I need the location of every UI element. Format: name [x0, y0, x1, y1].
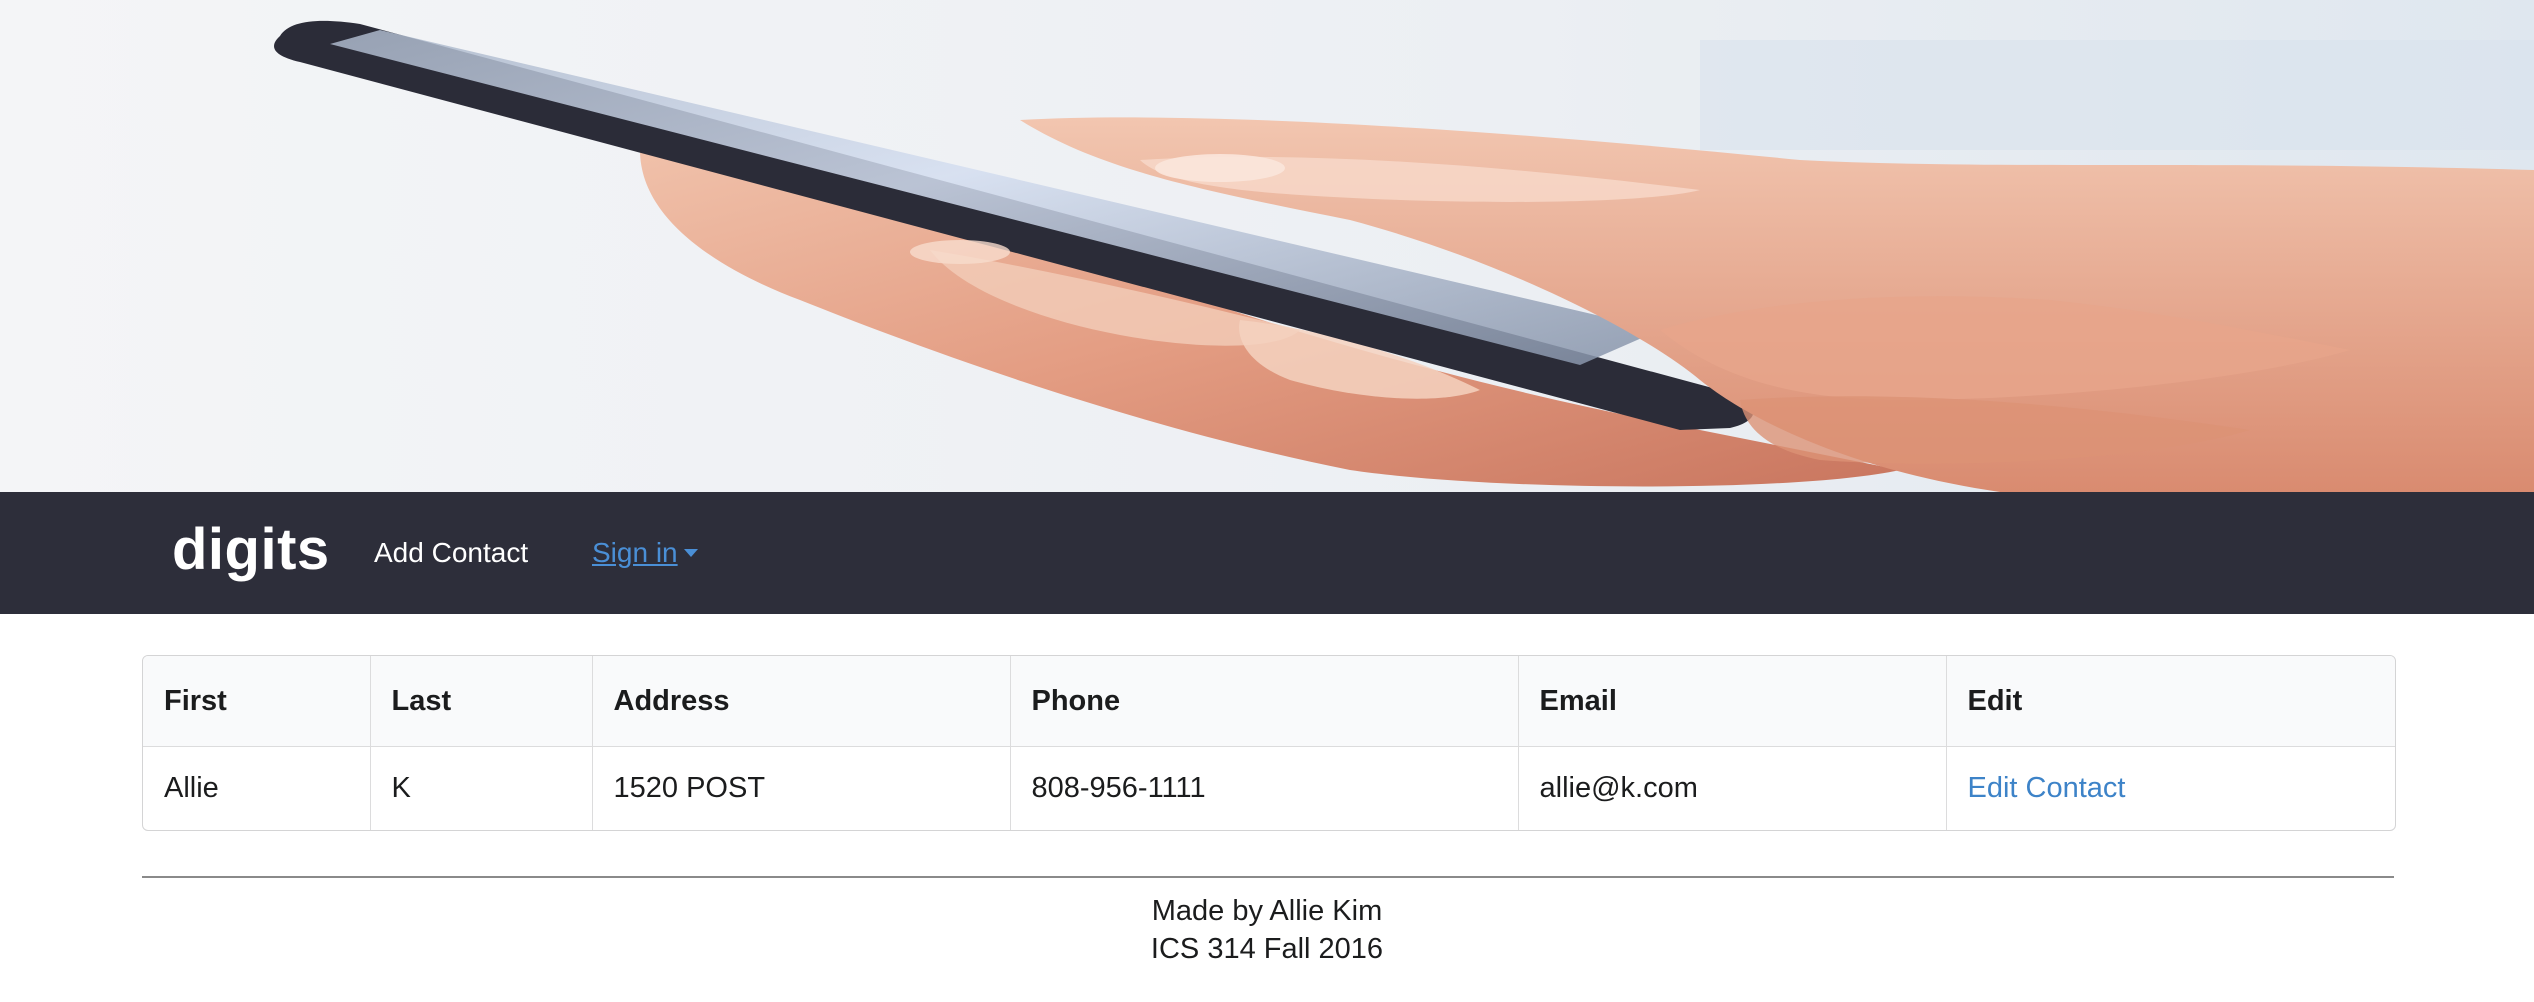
table-header-row: First Last Address Phone Email Edit	[143, 656, 2395, 747]
cell-address: 1520 POST	[591, 746, 1010, 830]
caret-down-icon	[683, 548, 698, 557]
cell-last: K	[369, 746, 592, 830]
cell-phone: 808-956-1111	[1009, 746, 1518, 830]
column-header-email: Email	[1517, 656, 1946, 747]
contacts-table: First Last Address Phone Email Edit Alli…	[142, 655, 2396, 831]
column-header-first: First	[143, 656, 370, 747]
top-navbar: digits Add Contact Sign in	[0, 492, 2534, 614]
sign-in-label: Sign in	[592, 537, 678, 568]
column-header-edit: Edit	[1945, 656, 2395, 747]
footer-course: ICS 314 Fall 2016	[1150, 933, 1384, 965]
brand-logo[interactable]: digits	[172, 519, 330, 581]
column-header-last: Last	[369, 656, 592, 747]
sign-in-dropdown[interactable]: Sign in	[592, 536, 698, 570]
hero-banner-image	[0, 0, 2534, 492]
footer-divider	[142, 876, 2394, 878]
table-row: Allie K 1520 POST 808-956-1111 allie@k.c…	[143, 746, 2395, 830]
hands-holding-tablet-illustration	[0, 0, 2534, 492]
cell-email: allie@k.com	[1517, 746, 1946, 830]
cell-edit: Edit Contact	[1945, 746, 2395, 830]
add-contact-link[interactable]: Add Contact	[374, 536, 528, 570]
footer-author: Made by Allie Kim	[1151, 895, 1383, 927]
column-header-phone: Phone	[1009, 656, 1518, 747]
edit-contact-link[interactable]: Edit Contact	[1968, 772, 2126, 804]
cell-first: Allie	[164, 772, 219, 804]
page-footer: Made by Allie Kim ICS 314 Fall 2016	[0, 892, 2534, 968]
column-header-address: Address	[591, 656, 1010, 747]
